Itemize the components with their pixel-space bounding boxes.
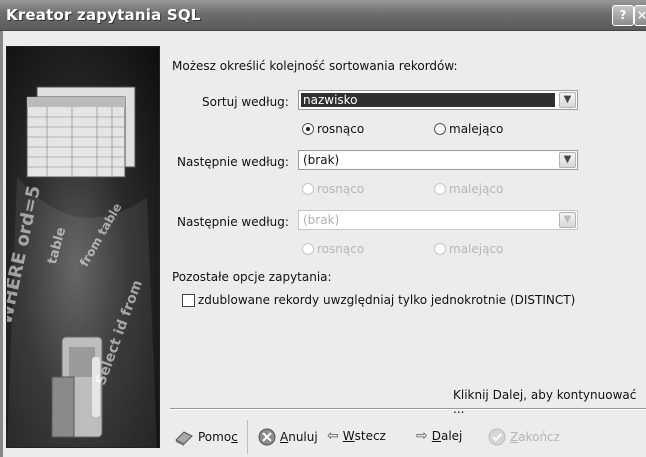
sort2-value: (brak): [303, 153, 340, 167]
chevron-down-icon[interactable]: ▼: [559, 152, 576, 168]
back-button-access-key: W: [342, 429, 355, 443]
radio-unchecked-icon: [434, 123, 446, 135]
window-title: Kreator zapytania SQL: [6, 6, 201, 24]
sort2-desc-radio[interactable]: malejąco: [434, 182, 503, 196]
next-button-label: alej: [440, 429, 463, 443]
checkbox-icon: [182, 293, 195, 307]
sort3-desc-radio[interactable]: malejąco: [434, 242, 503, 256]
help-button[interactable]: Pomoc: [174, 428, 238, 446]
next-button[interactable]: ⇨ Dalej: [416, 428, 462, 444]
sort3-value: (brak): [303, 213, 340, 227]
help-title-button[interactable]: ?: [612, 5, 634, 26]
sort3-asc-label: rosnąco: [317, 242, 365, 256]
chevron-down-icon[interactable]: ▼: [559, 212, 576, 228]
radio-disabled-icon: [434, 243, 446, 255]
finish-button-label: akończ: [518, 430, 560, 444]
sort3-combo[interactable]: (brak) ▼: [298, 210, 578, 230]
finish-button[interactable]: Zakończ: [488, 428, 560, 446]
back-button-label: stecz: [354, 429, 386, 443]
radio-disabled-icon: [302, 243, 314, 255]
arrow-right-icon: ⇨: [416, 428, 428, 444]
help-book-icon: [175, 431, 193, 446]
radio-checked-icon: [302, 123, 314, 135]
sort1-asc-radio[interactable]: rosnąco: [302, 122, 364, 136]
distinct-label: zdublowane rekordy uwzględniaj tylko jed…: [198, 293, 576, 307]
sort2-desc-label: malejąco: [449, 182, 504, 196]
next-button-access-key: D: [431, 429, 441, 443]
back-button[interactable]: ⇦ Wstecz: [327, 428, 386, 444]
sort1-desc-radio[interactable]: malejąco: [434, 122, 503, 136]
cancel-icon: [258, 428, 276, 446]
sort2-combo[interactable]: (brak) ▼: [298, 150, 578, 170]
other-options-label: Pozostałe opcje zapytania:: [172, 270, 332, 284]
sort1-asc-label: rosnąco: [317, 122, 365, 136]
cancel-button[interactable]: Anuluj: [258, 428, 318, 446]
radio-disabled-icon: [434, 183, 446, 195]
distinct-checkbox[interactable]: zdublowane rekordy uwzględniaj tylko jed…: [182, 293, 575, 307]
chevron-down-icon[interactable]: ▼: [559, 92, 576, 108]
sort1-label: Sortuj według:: [202, 95, 289, 109]
finish-button-access-key: Z: [510, 430, 519, 444]
help-button-label: Pomo: [198, 430, 232, 444]
cancel-button-label: nuluj: [288, 430, 318, 444]
sort3-asc-radio[interactable]: rosnąco: [302, 242, 364, 256]
intro-text: Możesz określić kolejność sortowania rek…: [172, 59, 458, 73]
wizard-side-image: WHERE ord=5 Select id from table from ta…: [6, 46, 160, 448]
sort3-desc-label: malejąco: [449, 242, 504, 256]
sort2-asc-radio[interactable]: rosnąco: [302, 182, 364, 196]
help-button-access-key: c: [231, 430, 238, 444]
cancel-button-access-key: A: [280, 430, 289, 444]
close-title-button[interactable]: ×: [634, 5, 646, 26]
button-divider: [247, 420, 248, 454]
sort2-label: Następnie według:: [177, 155, 289, 169]
separator: [170, 408, 646, 410]
arrow-left-icon: ⇦: [327, 428, 339, 444]
sort1-combo[interactable]: nazwisko ▼: [298, 90, 578, 110]
finish-icon: [488, 428, 506, 446]
radio-disabled-icon: [302, 183, 314, 195]
title-bar: Kreator zapytania SQL ? ×: [0, 0, 646, 31]
sort1-value: nazwisko: [303, 93, 358, 107]
sort3-label: Następnie według:: [177, 215, 289, 229]
sort1-desc-label: malejąco: [449, 122, 504, 136]
hint-text: Kliknij Dalej, aby kontynuować ...: [453, 388, 637, 416]
sort2-asc-label: rosnąco: [317, 182, 365, 196]
